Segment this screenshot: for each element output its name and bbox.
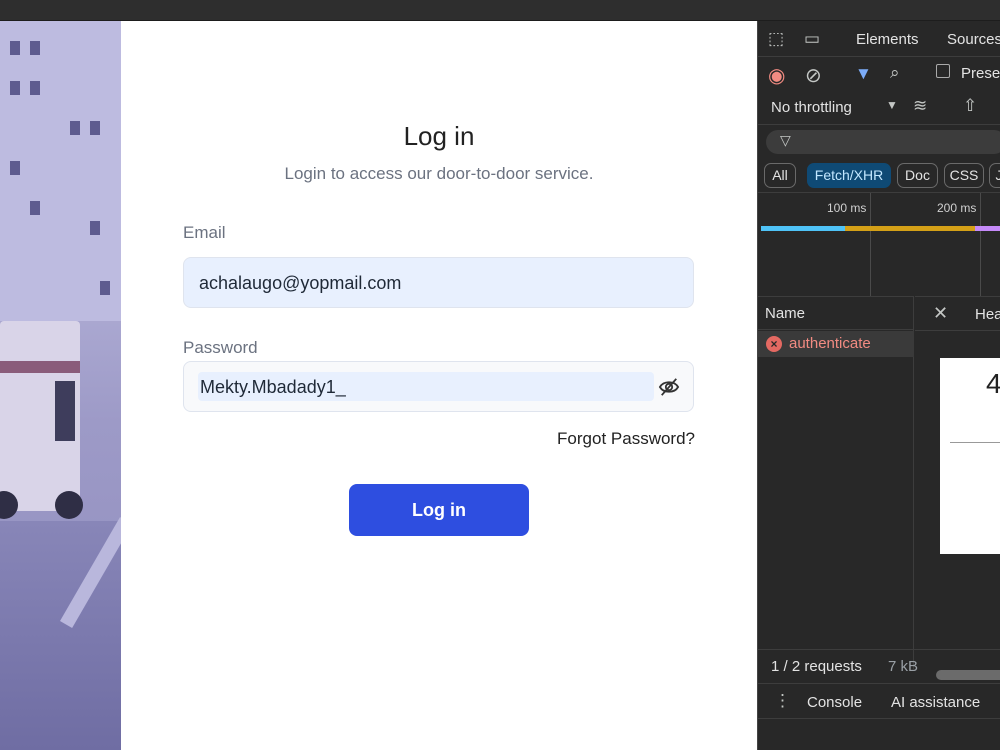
request-count: 1 / 2 requests — [771, 658, 862, 675]
network-timeline[interactable]: 100 ms 200 ms — [758, 192, 1000, 297]
password-value: Mekty.Mbadady1_ — [200, 377, 346, 397]
request-detail: ✕ Hea 4 — [915, 296, 1000, 669]
filter-input[interactable]: ▽ — [766, 130, 1000, 154]
tick-label-200: 200 ms — [937, 201, 977, 215]
preview-text: 4 — [986, 368, 1000, 400]
email-field[interactable]: achalaugo@yopmail.com — [183, 257, 694, 308]
preview-divider — [950, 442, 1000, 443]
horizontal-scrollbar[interactable] — [936, 670, 1000, 680]
email-label: Email — [183, 223, 226, 242]
tab-elements[interactable]: Elements — [856, 31, 919, 48]
tab-headers[interactable]: Hea — [975, 306, 1000, 323]
more-vertical-icon[interactable]: ⋮ — [774, 691, 791, 711]
chevron-down-icon[interactable]: ▼ — [886, 98, 898, 112]
wifi-settings-icon[interactable]: ≋ — [913, 96, 927, 116]
tab-ai-assistance[interactable]: AI assistance — [891, 694, 980, 711]
email-value: achalaugo@yopmail.com — [199, 273, 402, 293]
devtools-panel: ⬚ ▭ Elements Sources ◉ ⊘ ▼ ⌕ Preser No t… — [757, 21, 1000, 750]
timeline-bar-download — [845, 226, 975, 231]
record-stop-icon[interactable]: ◉ — [768, 63, 785, 88]
device-toggle-icon[interactable]: ▭ — [804, 29, 820, 49]
clear-icon[interactable]: ⊘ — [805, 63, 822, 88]
filter-icon: ▽ — [780, 132, 791, 148]
tab-sources[interactable]: Sources — [947, 31, 1000, 48]
response-preview: 4 — [940, 358, 1000, 554]
browser-top-bar — [0, 0, 1000, 21]
request-name: authenticate — [789, 335, 871, 352]
timeline-bar-extra — [975, 226, 1000, 231]
timeline-tick — [870, 193, 871, 297]
password-field[interactable]: Mekty.Mbadady1_ — [183, 361, 694, 412]
preserve-log-label: Preser — [961, 65, 1000, 82]
password-input[interactable]: Mekty.Mbadady1_ — [198, 372, 654, 401]
forgot-password-link[interactable]: Forgot Password? — [557, 429, 695, 449]
login-panel: Log in Login to access our door-to-door … — [121, 21, 757, 750]
error-icon: × — [766, 336, 782, 352]
password-label: Password — [183, 338, 258, 357]
search-icon[interactable]: ⌕ — [890, 63, 900, 83]
preserve-log-checkbox[interactable] — [936, 64, 950, 78]
devtools-toolbar: ⬚ ▭ Elements Sources — [758, 21, 1000, 57]
tab-console[interactable]: Console — [807, 694, 862, 711]
chip-css[interactable]: CSS — [944, 163, 984, 188]
tick-label-100: 100 ms — [827, 201, 867, 215]
chip-doc[interactable]: Doc — [897, 163, 938, 188]
timeline-bar-waiting — [761, 226, 845, 231]
name-column-header[interactable]: Name — [758, 296, 914, 330]
request-list: Name × authenticate — [758, 296, 914, 669]
upload-icon[interactable]: ⇧ — [963, 96, 977, 116]
chip-all[interactable]: All — [764, 163, 796, 188]
detail-header: ✕ Hea — [915, 296, 1000, 331]
chip-fetch-xhr[interactable]: Fetch/XHR — [807, 163, 891, 188]
chip-js[interactable]: J — [989, 163, 1000, 188]
network-toolbar: ◉ ⊘ ▼ ⌕ Preser — [758, 57, 1000, 91]
close-icon[interactable]: ✕ — [933, 303, 948, 324]
throttling-select[interactable]: No throttling — [771, 99, 852, 116]
page-title: Log in — [403, 121, 475, 151]
page-subtitle: Login to access our door-to-door service… — [284, 164, 594, 183]
eye-slash-icon[interactable] — [658, 377, 680, 397]
inspect-icon[interactable]: ⬚ — [768, 29, 784, 49]
hero-photo — [0, 21, 121, 750]
throttle-toolbar: No throttling ▼ ≋ ⇧ — [758, 91, 1000, 125]
filter-funnel-icon[interactable]: ▼ — [855, 64, 872, 84]
login-button[interactable]: Log in — [349, 484, 529, 536]
drawer-tabs: ⋮ Console AI assistance — [758, 683, 1000, 719]
request-row[interactable]: × authenticate — [758, 331, 914, 357]
transfer-size: 7 kB — [888, 658, 919, 675]
timeline-tick — [980, 193, 981, 297]
name-header-label: Name — [765, 305, 806, 322]
